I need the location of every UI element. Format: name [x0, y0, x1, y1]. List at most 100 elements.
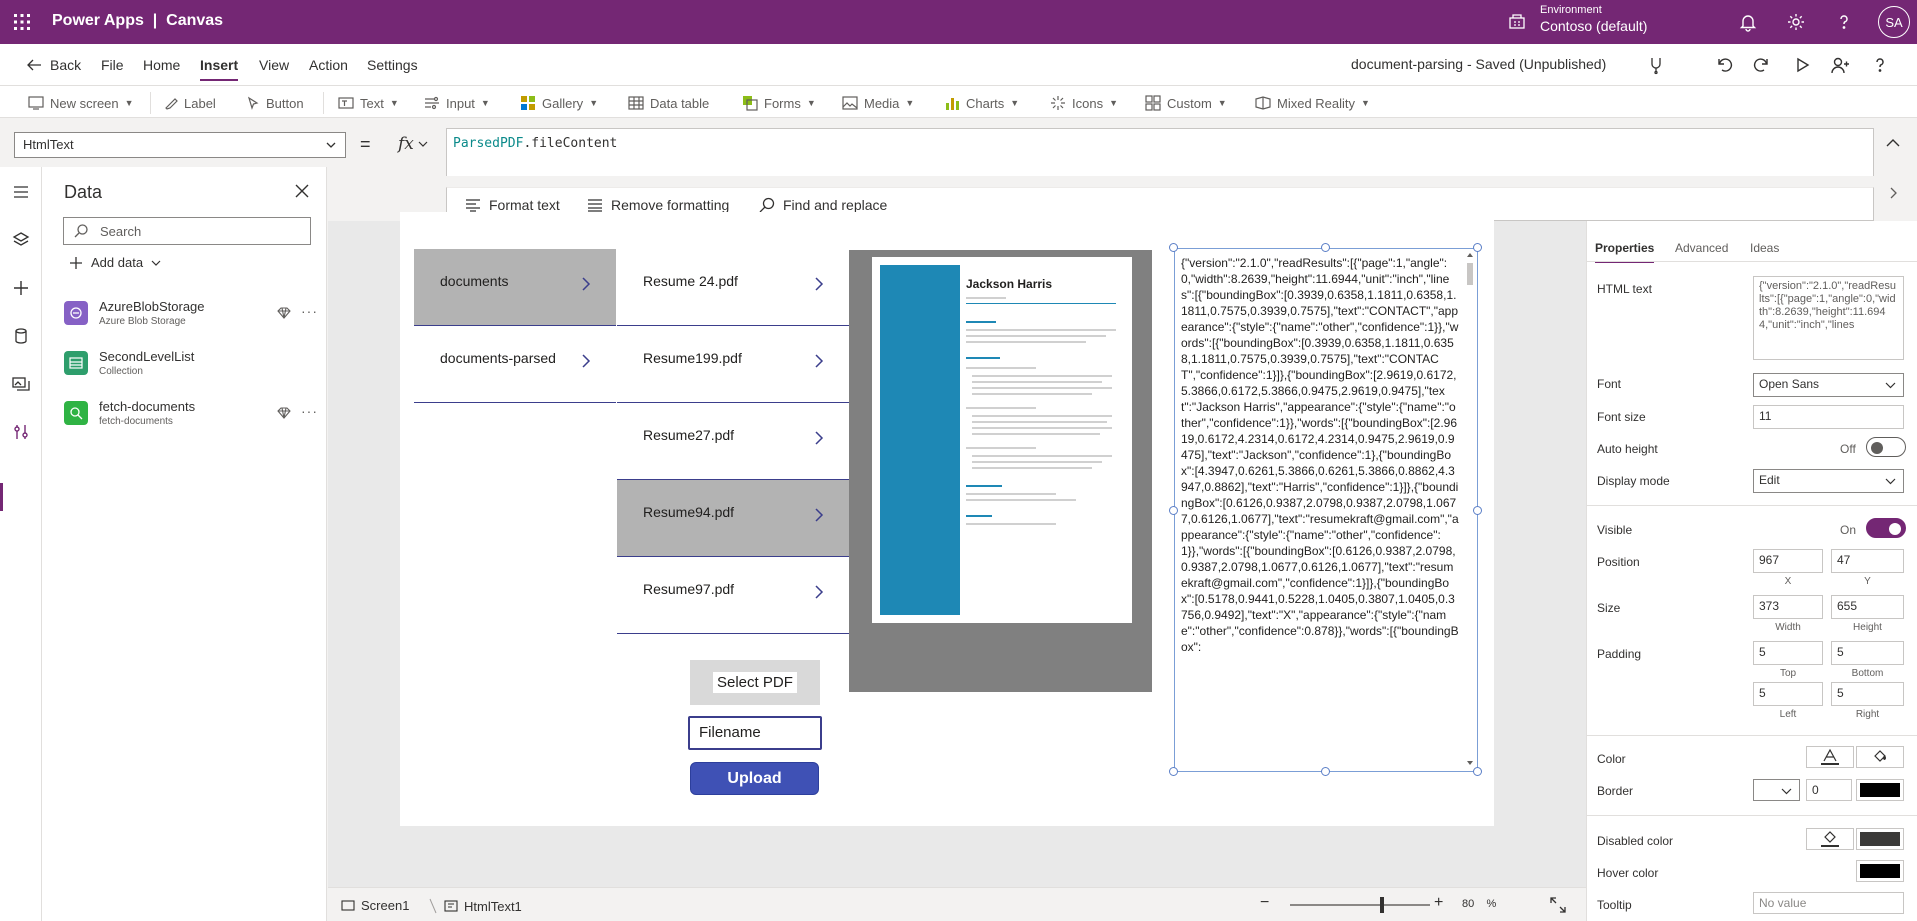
- menu-action[interactable]: Action: [309, 57, 348, 73]
- border-style-select[interactable]: [1753, 779, 1800, 801]
- play-preview-icon[interactable]: [1792, 55, 1812, 75]
- collapse-formula-icon[interactable]: [1884, 134, 1902, 152]
- data-source-secondlevellist[interactable]: SecondLevelList Collection: [64, 347, 324, 387]
- fill-color-picker[interactable]: [1856, 746, 1904, 768]
- filename-input[interactable]: Filename: [688, 716, 822, 750]
- tree-view-layers-icon[interactable]: [11, 230, 31, 250]
- menu-insert[interactable]: Insert: [200, 57, 239, 81]
- menu-home[interactable]: Home: [143, 57, 180, 73]
- advanced-tools-icon[interactable]: [11, 422, 31, 442]
- text-button[interactable]: Text ▼: [338, 93, 399, 113]
- breadcrumb-screen[interactable]: Screen1: [341, 898, 409, 913]
- menu-settings[interactable]: Settings: [367, 57, 418, 73]
- display-mode-select[interactable]: Edit: [1753, 469, 1904, 493]
- formula-input[interactable]: ParsedPDF.fileContent: [446, 128, 1874, 176]
- visible-toggle[interactable]: [1866, 518, 1906, 538]
- width-input[interactable]: 373: [1753, 595, 1823, 619]
- padding-top-input[interactable]: 5: [1753, 641, 1823, 665]
- data-table-button[interactable]: Data table: [628, 93, 709, 113]
- zoom-slider[interactable]: [1290, 897, 1430, 913]
- data-search-input[interactable]: Search: [63, 217, 311, 245]
- gallery-item-folder[interactable]: documents-parsed: [414, 326, 616, 403]
- hover-color-picker[interactable]: [1856, 860, 1904, 882]
- property-selector[interactable]: HtmlText: [14, 132, 346, 158]
- border-width-input[interactable]: 0: [1806, 779, 1852, 801]
- label-button[interactable]: Label: [164, 93, 216, 113]
- text-color-picker[interactable]: [1806, 746, 1854, 768]
- gallery-item-folder[interactable]: documents: [414, 249, 616, 326]
- menu-file[interactable]: File: [101, 57, 124, 73]
- icons-button[interactable]: Icons ▼: [1050, 93, 1118, 113]
- padding-right-input[interactable]: 5: [1831, 682, 1904, 706]
- breadcrumb-control[interactable]: HtmlText1: [428, 898, 522, 914]
- undo-icon[interactable]: [1714, 55, 1734, 75]
- resize-handle[interactable]: [1169, 243, 1178, 252]
- chevron-right-icon[interactable]: [1886, 186, 1900, 200]
- more-options-icon[interactable]: ···: [301, 303, 318, 319]
- data-source-fetch-documents[interactable]: fetch-documents fetch-documents ···: [64, 397, 324, 437]
- hamburger-menu-icon[interactable]: [11, 182, 31, 202]
- user-avatar[interactable]: SA: [1878, 6, 1910, 38]
- resize-handle[interactable]: [1321, 243, 1330, 252]
- disabled-fill-color-picker[interactable]: [1806, 828, 1854, 850]
- help-question-icon[interactable]: [1870, 55, 1890, 75]
- html-text-control[interactable]: {"version":"2.1.0","readResults":[{"page…: [1174, 248, 1478, 772]
- select-pdf-button[interactable]: Select PDF: [690, 660, 820, 705]
- font-size-input[interactable]: 11: [1753, 405, 1904, 429]
- new-screen-button[interactable]: New screen ▼: [28, 93, 134, 113]
- settings-gear-icon[interactable]: [1786, 12, 1806, 32]
- tab-properties[interactable]: Properties: [1595, 241, 1655, 263]
- gallery-item-file[interactable]: Resume97.pdf: [617, 557, 849, 634]
- notifications-icon[interactable]: [1738, 12, 1758, 32]
- gallery-item-file[interactable]: Resume94.pdf: [617, 480, 849, 557]
- share-user-icon[interactable]: [1830, 55, 1850, 75]
- app-launcher-icon[interactable]: [12, 12, 32, 32]
- insert-plus-icon[interactable]: [11, 278, 31, 298]
- html-text-property-input[interactable]: {"version":"2.1.0","readResults":[{"page…: [1753, 276, 1904, 360]
- media-library-icon[interactable]: [11, 374, 31, 394]
- auto-height-toggle[interactable]: [1866, 437, 1906, 457]
- resize-handle[interactable]: [1473, 243, 1482, 252]
- upload-button[interactable]: Upload: [690, 762, 819, 795]
- add-data-button[interactable]: Add data: [69, 255, 161, 270]
- forms-button[interactable]: Forms ▼: [742, 93, 816, 113]
- border-color-picker[interactable]: [1856, 779, 1904, 801]
- function-picker[interactable]: fx: [398, 130, 446, 158]
- custom-button[interactable]: Custom ▼: [1145, 93, 1227, 113]
- resize-handle[interactable]: [1321, 767, 1330, 776]
- gallery-item-file[interactable]: Resume 24.pdf: [617, 249, 849, 326]
- gallery-item-file[interactable]: Resume27.pdf: [617, 403, 849, 480]
- zoom-in-button[interactable]: +: [1434, 894, 1443, 912]
- input-button[interactable]: Input ▼: [424, 93, 490, 113]
- resize-handle[interactable]: [1169, 767, 1178, 776]
- zoom-slider-thumb[interactable]: [1380, 897, 1384, 913]
- mixed-reality-button[interactable]: Mixed Reality ▼: [1255, 93, 1370, 113]
- data-source-azureblobstorage[interactable]: AzureBlobStorage Azure Blob Storage ···: [64, 297, 324, 337]
- resize-handle[interactable]: [1473, 506, 1482, 515]
- fit-to-window-icon[interactable]: [1550, 897, 1566, 913]
- gallery-button[interactable]: Gallery ▼: [520, 93, 598, 113]
- height-input[interactable]: 655: [1831, 595, 1904, 619]
- padding-bottom-input[interactable]: 5: [1831, 641, 1904, 665]
- environment-icon[interactable]: [1508, 12, 1526, 30]
- media-button[interactable]: Media ▼: [842, 93, 914, 113]
- app-checker-icon[interactable]: [1646, 55, 1666, 75]
- charts-button[interactable]: Charts ▼: [944, 93, 1019, 113]
- font-select[interactable]: Open Sans: [1753, 373, 1904, 397]
- position-x-input[interactable]: 967: [1753, 549, 1823, 573]
- zoom-out-button[interactable]: −: [1260, 894, 1269, 912]
- tooltip-input[interactable]: No value: [1753, 892, 1904, 914]
- disabled-color-swatch-picker[interactable]: [1856, 828, 1904, 850]
- environment-name[interactable]: Contoso (default): [1540, 18, 1647, 34]
- button-button[interactable]: Button: [246, 93, 304, 113]
- menu-view[interactable]: View: [259, 57, 289, 73]
- close-icon[interactable]: [294, 183, 310, 199]
- format-text-button[interactable]: Format text: [465, 197, 560, 213]
- find-replace-button[interactable]: Find and replace: [759, 197, 887, 213]
- data-cylinder-icon[interactable]: [11, 326, 31, 346]
- more-options-icon[interactable]: ···: [301, 403, 318, 419]
- help-icon[interactable]: [1834, 12, 1854, 32]
- gallery-item-file[interactable]: Resume199.pdf: [617, 326, 849, 403]
- remove-formatting-button[interactable]: Remove formatting: [587, 197, 729, 213]
- resize-handle[interactable]: [1169, 506, 1178, 515]
